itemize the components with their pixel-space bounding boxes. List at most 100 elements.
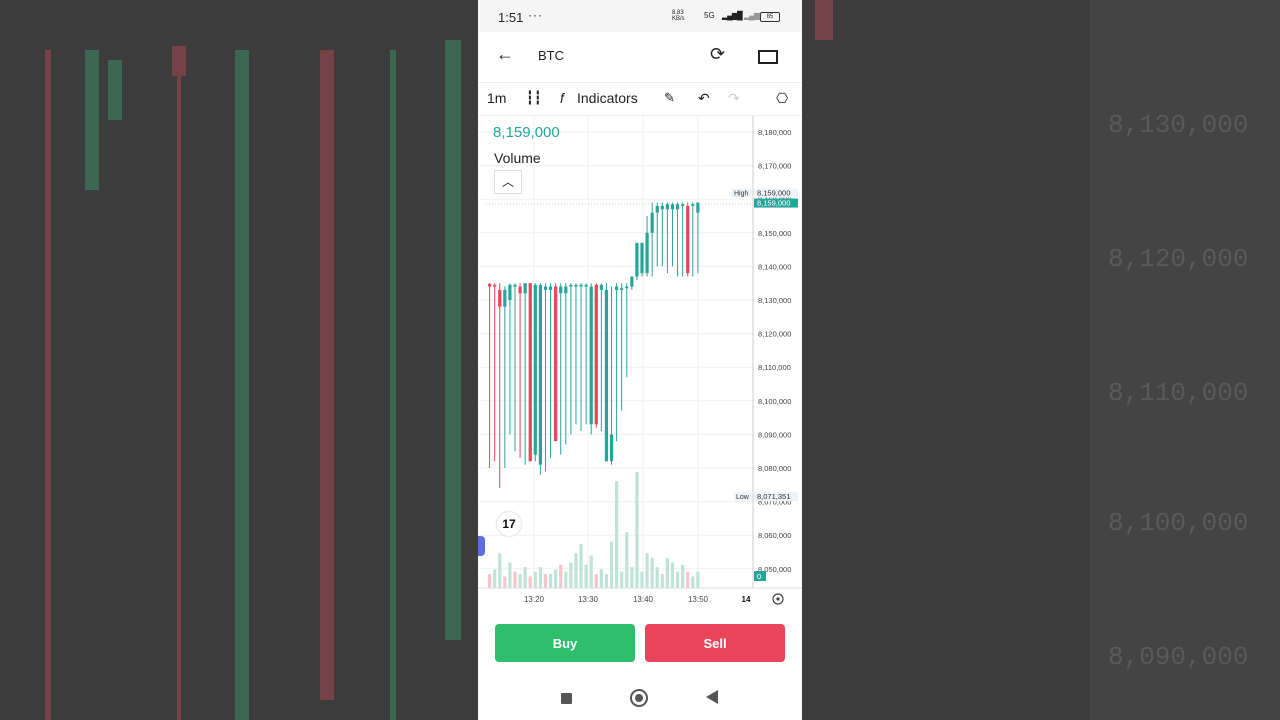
- sell-button[interactable]: Sell: [645, 624, 785, 662]
- volume-bar: [488, 574, 492, 588]
- time-tick-label: 13:50: [688, 595, 709, 604]
- volume-bar: [681, 564, 685, 588]
- redo-icon[interactable]: ↷: [728, 90, 740, 107]
- volume-bar: [660, 574, 664, 588]
- time-tick-label: 13:20: [524, 595, 545, 604]
- bg-price-label: 8,090,000: [1108, 642, 1249, 672]
- back-arrow-icon[interactable]: ←: [496, 44, 514, 65]
- back-triangle-icon[interactable]: [706, 690, 718, 704]
- price-tick-label: 8,120,000: [758, 330, 791, 339]
- volume-bar: [625, 532, 629, 588]
- candle-body: [559, 286, 563, 294]
- volume-bar: [604, 574, 609, 588]
- volume-bar: [548, 574, 553, 588]
- indicators-button[interactable]: Indicators: [577, 90, 638, 106]
- chart-canvas[interactable]: 8,180,0008,170,0008,160,0008,150,0008,14…: [478, 116, 802, 612]
- price-tick-label: 8,140,000: [758, 262, 791, 271]
- price-tick-label: 8,100,000: [758, 397, 791, 406]
- volume-bar: [559, 564, 563, 588]
- candle-body: [538, 284, 542, 465]
- candle-body: [518, 286, 522, 294]
- candle-body: [523, 283, 527, 294]
- high-label: High: [734, 191, 749, 198]
- candle-body: [691, 204, 695, 206]
- candle-type-icon[interactable]: ┇┇: [526, 90, 542, 106]
- price-tick-label: 8,150,000: [758, 229, 791, 238]
- volume-bar: [655, 567, 659, 588]
- candle-body: [554, 286, 558, 442]
- battery-icon: 85: [760, 12, 780, 22]
- volume-bar: [675, 571, 680, 588]
- candle-body: [665, 204, 669, 210]
- volume-bar: [640, 571, 644, 588]
- status-bar: 1:51 ··· 8.83 KB/s 5G ▂▄▆█ ▂▄▆ 85: [478, 0, 802, 32]
- undo-icon[interactable]: ↶: [698, 90, 710, 107]
- candle-body: [635, 242, 639, 277]
- price-tick-label: 8,110,000: [758, 363, 791, 372]
- collapse-legend-button[interactable]: ︿: [494, 170, 522, 194]
- volume-bar: [523, 567, 527, 588]
- pencil-icon[interactable]: ✎: [664, 90, 675, 106]
- candle-body: [630, 276, 634, 287]
- volume-bar: [538, 567, 542, 588]
- candle-body: [604, 289, 609, 462]
- candle-body: [548, 286, 553, 290]
- price-tick-label: 8,090,000: [758, 430, 791, 439]
- volume-bar: [513, 571, 517, 588]
- volume-bar: [564, 571, 568, 588]
- price-chart[interactable]: 8,180,0008,170,0008,160,0008,150,0008,14…: [478, 116, 802, 612]
- chart-toolbar: 1m ┇┇ f Indicators ✎ ↶ ↷ ⎔: [478, 82, 802, 116]
- tradingview-logo-icon: 17: [497, 512, 521, 536]
- volume-bar: [528, 576, 532, 588]
- volume-bar: [533, 571, 537, 588]
- volume-bar: [503, 576, 507, 588]
- candle-body: [686, 205, 690, 274]
- system-nav-bar: [478, 680, 802, 720]
- interval-selector[interactable]: 1m: [487, 90, 506, 106]
- volume-bar: [508, 562, 512, 588]
- app-header: ← BTC ⟳: [478, 32, 802, 80]
- candle-body: [625, 286, 629, 289]
- buy-button[interactable]: Buy: [495, 624, 635, 662]
- candle-body: [569, 284, 573, 287]
- candle-body: [579, 284, 583, 287]
- legend-volume-label: Volume: [494, 150, 541, 166]
- candle-body: [498, 289, 502, 307]
- page-title: BTC: [538, 48, 564, 63]
- candle-body: [599, 284, 603, 290]
- price-tick-label: 8,180,000: [758, 128, 791, 137]
- candle-body: [533, 284, 537, 455]
- network-speed-unit: KB/s: [672, 16, 685, 22]
- fullscreen-icon[interactable]: [758, 50, 778, 64]
- phone-screen: 1:51 ··· 8.83 KB/s 5G ▂▄▆█ ▂▄▆ 85 ← BTC ⟳…: [478, 0, 802, 720]
- fx-icon[interactable]: f: [560, 90, 564, 106]
- volume-bar: [615, 481, 619, 588]
- side-panel-handle[interactable]: [478, 536, 485, 556]
- candle-body: [589, 286, 593, 425]
- volume-bar: [686, 571, 690, 588]
- volume-bar: [594, 574, 598, 588]
- candle-body: [508, 284, 512, 300]
- notification-dots: ···: [528, 8, 543, 22]
- bg-price-label: 8,110,000: [1108, 378, 1249, 408]
- price-tick-label: 8,080,000: [758, 464, 791, 473]
- recent-apps-icon[interactable]: [561, 693, 572, 704]
- volume-bar: [620, 571, 624, 588]
- volume-bar: [543, 574, 548, 588]
- refresh-icon[interactable]: ⟳: [710, 44, 725, 65]
- volume-bar: [645, 553, 649, 588]
- signal-icon: ▂▄▆█: [722, 11, 743, 20]
- last-price-value: 8,159,000: [757, 199, 790, 208]
- settings-icon[interactable]: ⎔: [776, 90, 788, 107]
- candle-body: [594, 284, 598, 425]
- candle-body: [488, 283, 492, 287]
- candle-body: [609, 434, 614, 462]
- high-value: 8,159,000: [757, 189, 790, 198]
- volume-bar: [650, 557, 654, 588]
- home-icon[interactable]: [630, 689, 648, 707]
- axis-settings-icon[interactable]: [772, 593, 784, 605]
- volume-bar: [599, 569, 603, 588]
- time-tick-label: 13:40: [633, 595, 654, 604]
- volume-bar: [635, 472, 639, 588]
- candle-body: [503, 289, 507, 307]
